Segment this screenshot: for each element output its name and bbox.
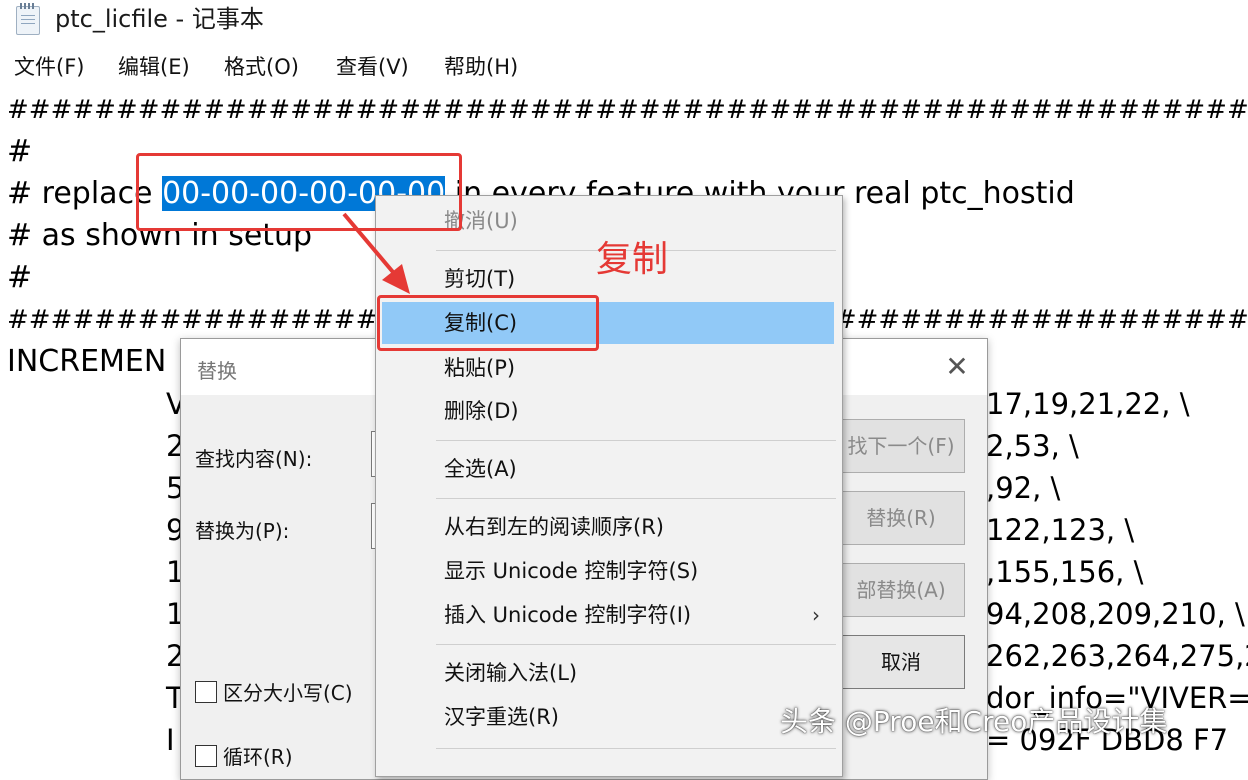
editor-line-comment: #: [7, 134, 33, 169]
menu-separator: [436, 440, 836, 441]
wrap-label: 循环(R): [223, 745, 293, 769]
editor-right-fragment: 94,208,209,210, \: [986, 597, 1245, 631]
menu-item-close-ime[interactable]: 关闭输入法(L): [380, 652, 838, 694]
menu-separator: [436, 644, 836, 645]
menu-separator: [436, 748, 836, 749]
menu-format[interactable]: 格式(O): [224, 53, 299, 81]
replace-label: 替换为(P):: [195, 519, 290, 543]
window-title: ptc_licfile - 记事本: [55, 5, 264, 33]
editor-right-fragment: 17,19,21,22, \: [986, 387, 1190, 421]
chevron-right-icon: ›: [812, 603, 820, 627]
menu-help[interactable]: 帮助(H): [444, 53, 518, 81]
checkbox-icon[interactable]: [195, 681, 217, 703]
editor-left-fragment: I: [166, 723, 175, 757]
replace-all-button[interactable]: 部替换(A): [837, 563, 965, 617]
menu-view[interactable]: 查看(V): [336, 53, 409, 81]
cancel-button[interactable]: 取消: [837, 635, 965, 689]
menu-item-insert-unicode[interactable]: 插入 Unicode 控制字符(I) ›: [380, 594, 838, 636]
menu-item-delete[interactable]: 删除(D): [380, 390, 838, 432]
editor-right-fragment: 262,263,264,275,27: [986, 639, 1248, 673]
menu-edit[interactable]: 编辑(E): [118, 53, 190, 81]
menu-item-show-unicode[interactable]: 显示 Unicode 控制字符(S): [380, 550, 838, 592]
annotation-arrow-icon: [342, 212, 410, 294]
menu-item-paste[interactable]: 粘贴(P): [380, 347, 838, 389]
find-label: 查找内容(N):: [195, 447, 313, 471]
context-menu: 撤消(U) 剪切(T) 复制(C) 粘贴(P) 删除(D) 全选(A) 从右到左…: [375, 195, 843, 777]
replace-button[interactable]: 替换(R): [837, 491, 965, 545]
menu-separator: [436, 498, 836, 499]
watermark-text: 头条 @Proe和Creo产品设计集: [780, 705, 1168, 738]
editor-line-hash-top: ########################################…: [7, 95, 1248, 125]
window-titlebar: ptc_licfile - 记事本: [0, 0, 1248, 40]
find-next-button[interactable]: 找下一个(F): [837, 419, 965, 473]
editor-line-comment-2: #: [7, 260, 33, 295]
editor-right-fragment: 2,53, \: [986, 429, 1079, 463]
annotation-label: 复制: [596, 239, 669, 280]
editor-right-fragment: 122,123, \: [986, 513, 1135, 547]
notepad-icon: [16, 3, 40, 35]
replace-dialog-title: 替换: [197, 359, 237, 383]
checkbox-icon[interactable]: [195, 745, 217, 767]
match-case-checkbox[interactable]: 区分大小写(C): [195, 677, 353, 706]
wrap-checkbox[interactable]: 循环(R): [195, 741, 293, 770]
close-icon[interactable]: ✕: [941, 351, 973, 383]
editor-right-fragment: ,155,156, \: [986, 555, 1144, 589]
menu-item-reconvert[interactable]: 汉字重选(R): [380, 696, 838, 738]
match-case-label: 区分大小写(C): [223, 681, 353, 705]
menu-item-rtl[interactable]: 从右到左的阅读顺序(R): [380, 506, 838, 548]
menu-item-select-all[interactable]: 全选(A): [380, 448, 838, 490]
menu-file[interactable]: 文件(F): [14, 53, 84, 81]
editor-right-fragment: ,92, \: [986, 471, 1061, 505]
editor-line-increment: INCREMEN: [7, 344, 167, 379]
menu-bar: 文件(F) 编辑(E) 格式(O) 查看(V) 帮助(H): [0, 50, 1248, 86]
